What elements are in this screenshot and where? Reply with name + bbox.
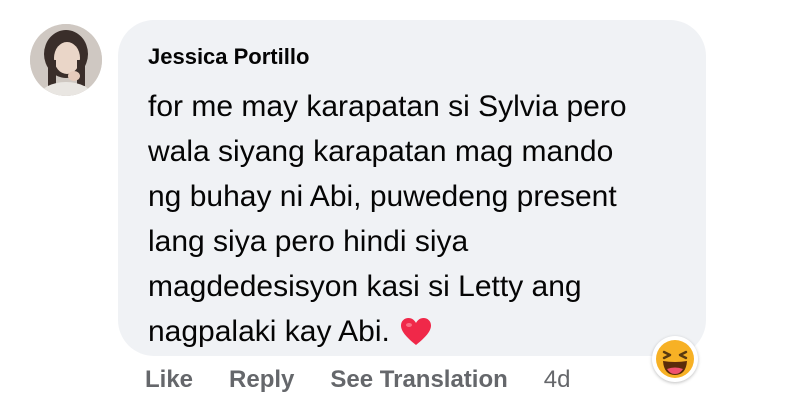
reply-button[interactable]: Reply: [229, 366, 294, 394]
comment-text: for me may karapatan si Sylvia pero wala…: [148, 84, 698, 360]
comment-line: lang siya pero hindi siya: [148, 225, 469, 258]
comment-actions: Like Reply See Translation 4d: [145, 364, 571, 396]
see-translation-button[interactable]: See Translation: [330, 366, 507, 394]
like-button[interactable]: Like: [145, 366, 193, 394]
author-name[interactable]: Jessica Portillo: [148, 44, 309, 70]
comment-line: for me may karapatan si Sylvia pero: [148, 90, 627, 123]
comment-line: magdedesisyon kasi si Letty ang: [148, 270, 582, 303]
comment-bubble: Jessica Portillo for me may karapatan si…: [118, 20, 706, 356]
avatar[interactable]: [30, 24, 102, 96]
comment-last-line: nagpalaki kay Abi.: [148, 309, 698, 360]
heart-icon: [400, 315, 432, 360]
comment-line: ng buhay ni Abi, puwedeng present: [148, 180, 617, 213]
reaction-badge[interactable]: [652, 336, 698, 382]
laughing-face-icon: [656, 340, 694, 378]
comment: Jessica Portillo for me may karapatan si…: [0, 0, 800, 404]
timestamp[interactable]: 4d: [544, 366, 571, 394]
comment-line: nagpalaki kay Abi.: [148, 315, 390, 348]
comment-line: wala siyang karapatan mag mando: [148, 135, 614, 168]
avatar-photo: [30, 24, 102, 96]
